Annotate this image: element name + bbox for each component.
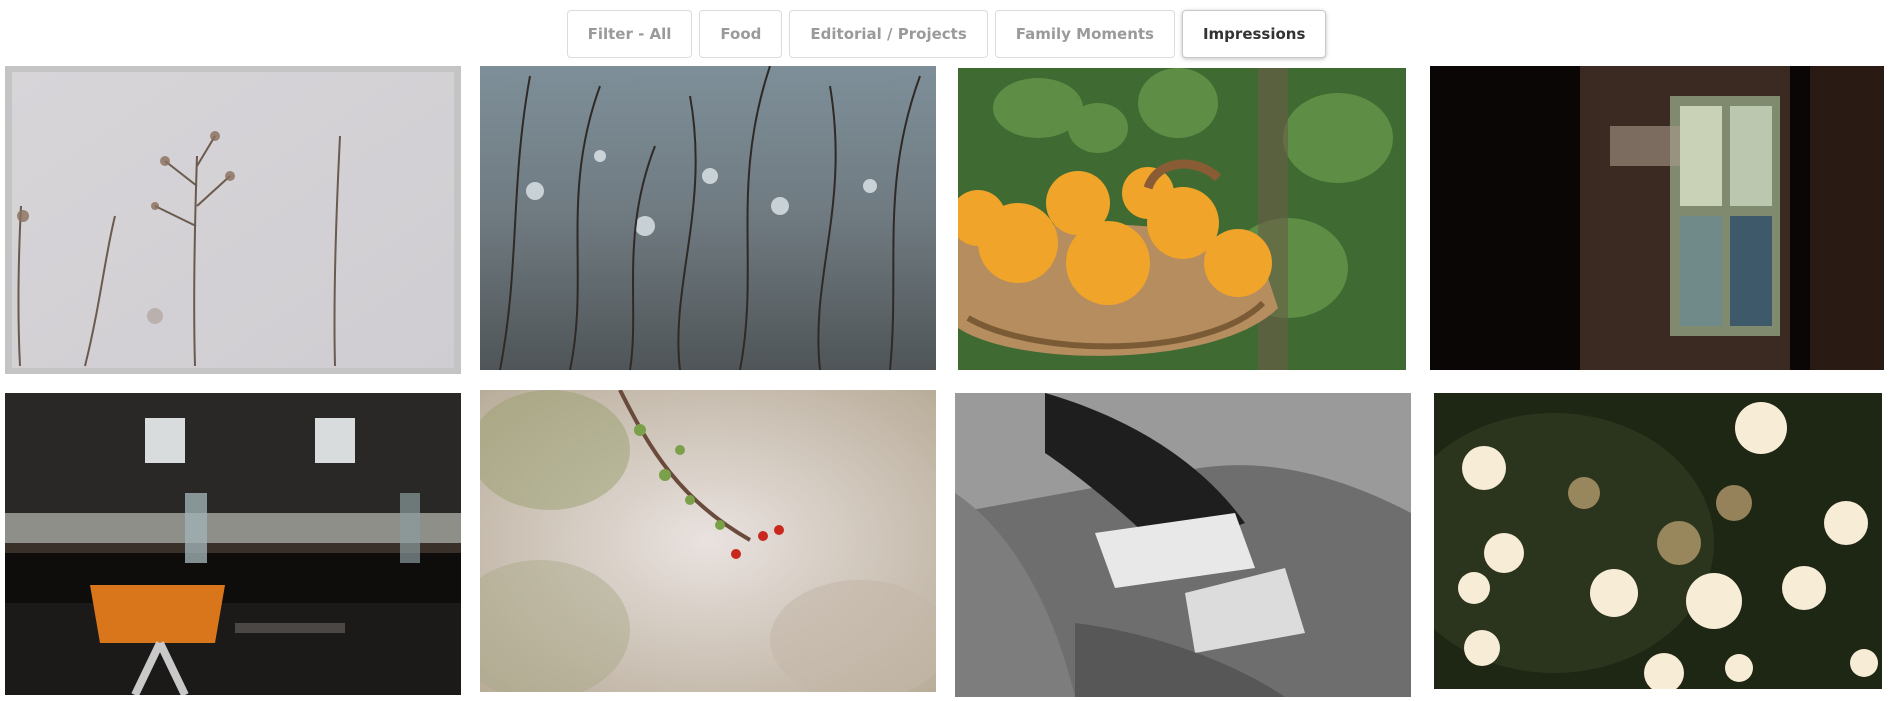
- filter-editorial-button[interactable]: Editorial / Projects: [789, 10, 988, 58]
- filter-all-button[interactable]: Filter - All: [566, 10, 693, 58]
- filter-bar: Filter - All Food Editorial / Projects F…: [0, 10, 1893, 58]
- gallery-photo-blossom-berries[interactable]: [480, 390, 936, 692]
- gallery-photo-bokeh-lights[interactable]: [1434, 393, 1882, 689]
- gallery-photo-dried-grass[interactable]: [5, 66, 461, 374]
- filter-food-button[interactable]: Food: [699, 10, 783, 58]
- gallery-photo-oranges-basket[interactable]: [958, 68, 1406, 370]
- gallery-photo-bare-branches[interactable]: [480, 66, 936, 370]
- gallery-photo-person-reading[interactable]: [955, 393, 1411, 697]
- filter-impressions-button[interactable]: Impressions: [1181, 10, 1327, 58]
- gallery-photo-blurred-window[interactable]: [1430, 66, 1884, 370]
- filter-family-moments-button[interactable]: Family Moments: [994, 10, 1175, 58]
- gallery-photo-cafe-interior[interactable]: [5, 393, 461, 695]
